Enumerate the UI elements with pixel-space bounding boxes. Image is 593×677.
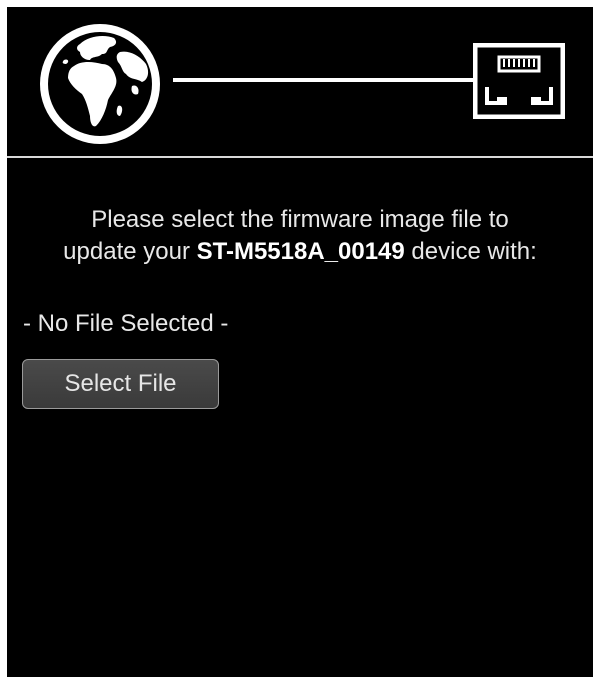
device-name: ST-M5518A_00149	[196, 238, 405, 265]
instruction-prefix: update your	[63, 238, 197, 265]
globe-icon	[40, 24, 160, 144]
instruction-line-1: Please select the firmware image file to	[91, 206, 509, 233]
instruction-message: Please select the firmware image file to…	[7, 204, 593, 268]
header-divider	[7, 156, 593, 158]
connection-header	[7, 7, 593, 155]
select-file-button[interactable]: Select File	[22, 359, 219, 409]
instruction-suffix: device with:	[404, 238, 537, 265]
connection-line	[173, 78, 473, 82]
firmware-update-panel: Please select the firmware image file to…	[7, 7, 593, 677]
selected-file-status: - No File Selected -	[23, 310, 229, 337]
ethernet-port-icon	[473, 43, 565, 119]
instruction-line-2: update your ST-M5518A_00149 device with:	[7, 236, 593, 268]
